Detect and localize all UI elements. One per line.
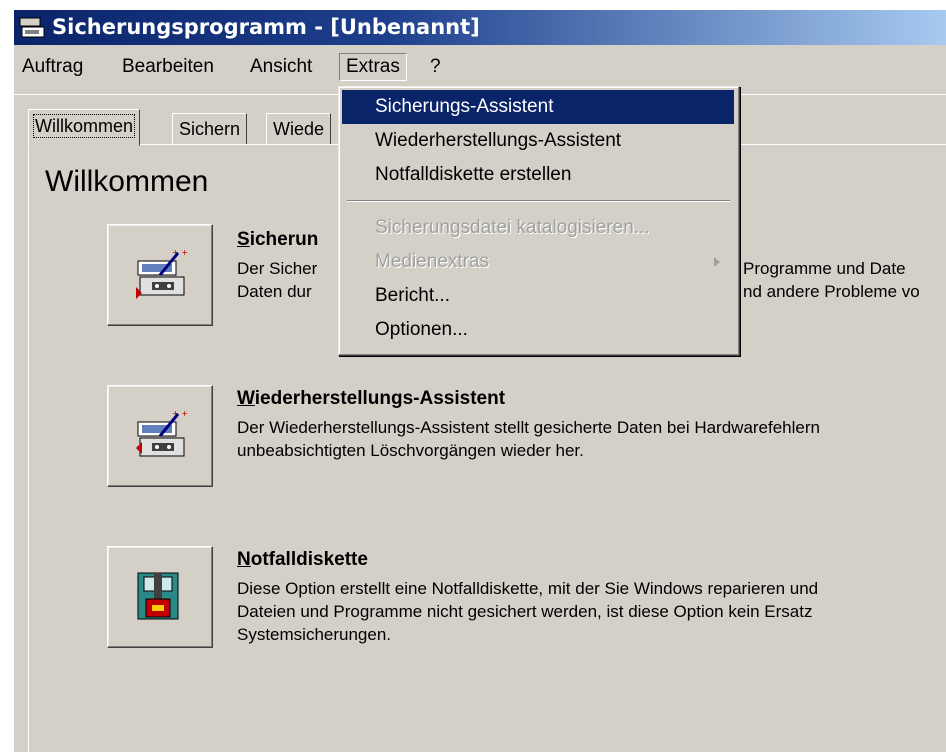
menu-item-bericht[interactable]: Bericht... xyxy=(342,279,734,313)
restore-heading-text: iederherstellungs-Assistent xyxy=(254,388,506,409)
menu-item-sicherungs-assistent[interactable]: Sicherungs-Assistent xyxy=(342,90,734,124)
menu-separator xyxy=(347,200,730,202)
emergency-heading-accel: N xyxy=(237,549,251,570)
menu-item-notfalldiskette[interactable]: Notfalldiskette erstellen xyxy=(342,158,734,192)
backup-wizard-desc-1-end: Programme und Date xyxy=(743,259,906,278)
background-strip xyxy=(0,0,14,752)
tab-wiederherstellen[interactable]: Wiede xyxy=(266,113,332,145)
restore-wizard-desc-2: unbeabsichtigten Löschvorgängen wieder h… xyxy=(237,441,584,460)
restore-heading-accel: W xyxy=(237,388,255,409)
restore-wizard-button[interactable]: + + xyxy=(107,385,213,487)
restore-wizard-desc-1: Der Wiederherstellungs-Assistent stellt … xyxy=(237,418,820,437)
backup-wizard-icon: + + xyxy=(136,248,188,299)
menu-ansicht[interactable]: Ansicht xyxy=(244,54,318,80)
backup-heading-accel: S xyxy=(237,229,250,250)
restore-wizard-heading[interactable]: Wiederherstellungs-Assistent xyxy=(237,388,505,410)
emergency-disk-desc-3: Systemsicherungen. xyxy=(237,625,392,644)
menu-extras[interactable]: Extras xyxy=(339,53,407,81)
backup-wizard-heading[interactable]: Sicherun xyxy=(237,229,318,251)
emergency-disk-button[interactable] xyxy=(107,546,213,648)
menu-item-wiederherstellungs-assistent[interactable]: Wiederherstellungs-Assistent xyxy=(342,124,734,158)
extras-dropdown-menu: Sicherungs-Assistent Wiederherstellungs-… xyxy=(338,86,740,356)
tab-wiederherstellen-label: Wiede xyxy=(273,119,325,139)
tab-sichern-label: Sichern xyxy=(179,119,241,139)
menu-help[interactable]: ? xyxy=(424,54,447,80)
submenu-arrow-icon xyxy=(714,257,720,267)
menu-bar: Auftrag Bearbeiten Ansicht Extras ? xyxy=(14,50,946,84)
emergency-disk-desc-2: Dateien und Programme nicht gesichert we… xyxy=(237,602,813,621)
restore-wizard-icon: + + xyxy=(136,409,188,457)
svg-text:+ +: + + xyxy=(172,248,188,257)
tab-willkommen-label: Willkommen xyxy=(32,114,136,138)
window-title: Sicherungsprogramm - [Unbenannt] xyxy=(52,15,480,39)
tab-willkommen[interactable]: Willkommen xyxy=(28,109,141,146)
backup-heading-text: icherun xyxy=(249,229,319,250)
emergency-disk-icon xyxy=(137,572,179,620)
page-title: Willkommen xyxy=(45,165,209,198)
emergency-heading-text: otfalldiskette xyxy=(250,549,368,570)
backup-desc-2a: Daten dur xyxy=(237,282,312,301)
emergency-disk-heading[interactable]: Notfalldiskette xyxy=(237,549,368,571)
backup-wizard-desc-2-end: nd andere Probleme vo xyxy=(743,282,920,301)
emergency-disk-desc-1: Diese Option erstellt eine Notfalldisket… xyxy=(237,579,819,598)
menu-bearbeiten[interactable]: Bearbeiten xyxy=(116,54,220,80)
tab-sichern[interactable]: Sichern xyxy=(172,113,248,145)
backup-wizard-button[interactable]: + + xyxy=(107,224,213,326)
title-bar[interactable]: Sicherungsprogramm - [Unbenannt] xyxy=(14,10,946,45)
svg-text:+ +: + + xyxy=(172,409,188,418)
backup-app-icon xyxy=(19,17,45,38)
backup-desc-1a: Der Sicher xyxy=(237,259,318,278)
menu-item-katalogisieren[interactable]: Sicherungsdatei katalogisieren... xyxy=(342,211,734,245)
menu-auftrag[interactable]: Auftrag xyxy=(16,54,89,80)
menu-item-optionen[interactable]: Optionen... xyxy=(342,313,734,347)
menu-item-medienextras-label: Medienextras xyxy=(375,251,490,272)
menu-item-medienextras[interactable]: Medienextras xyxy=(342,245,734,279)
